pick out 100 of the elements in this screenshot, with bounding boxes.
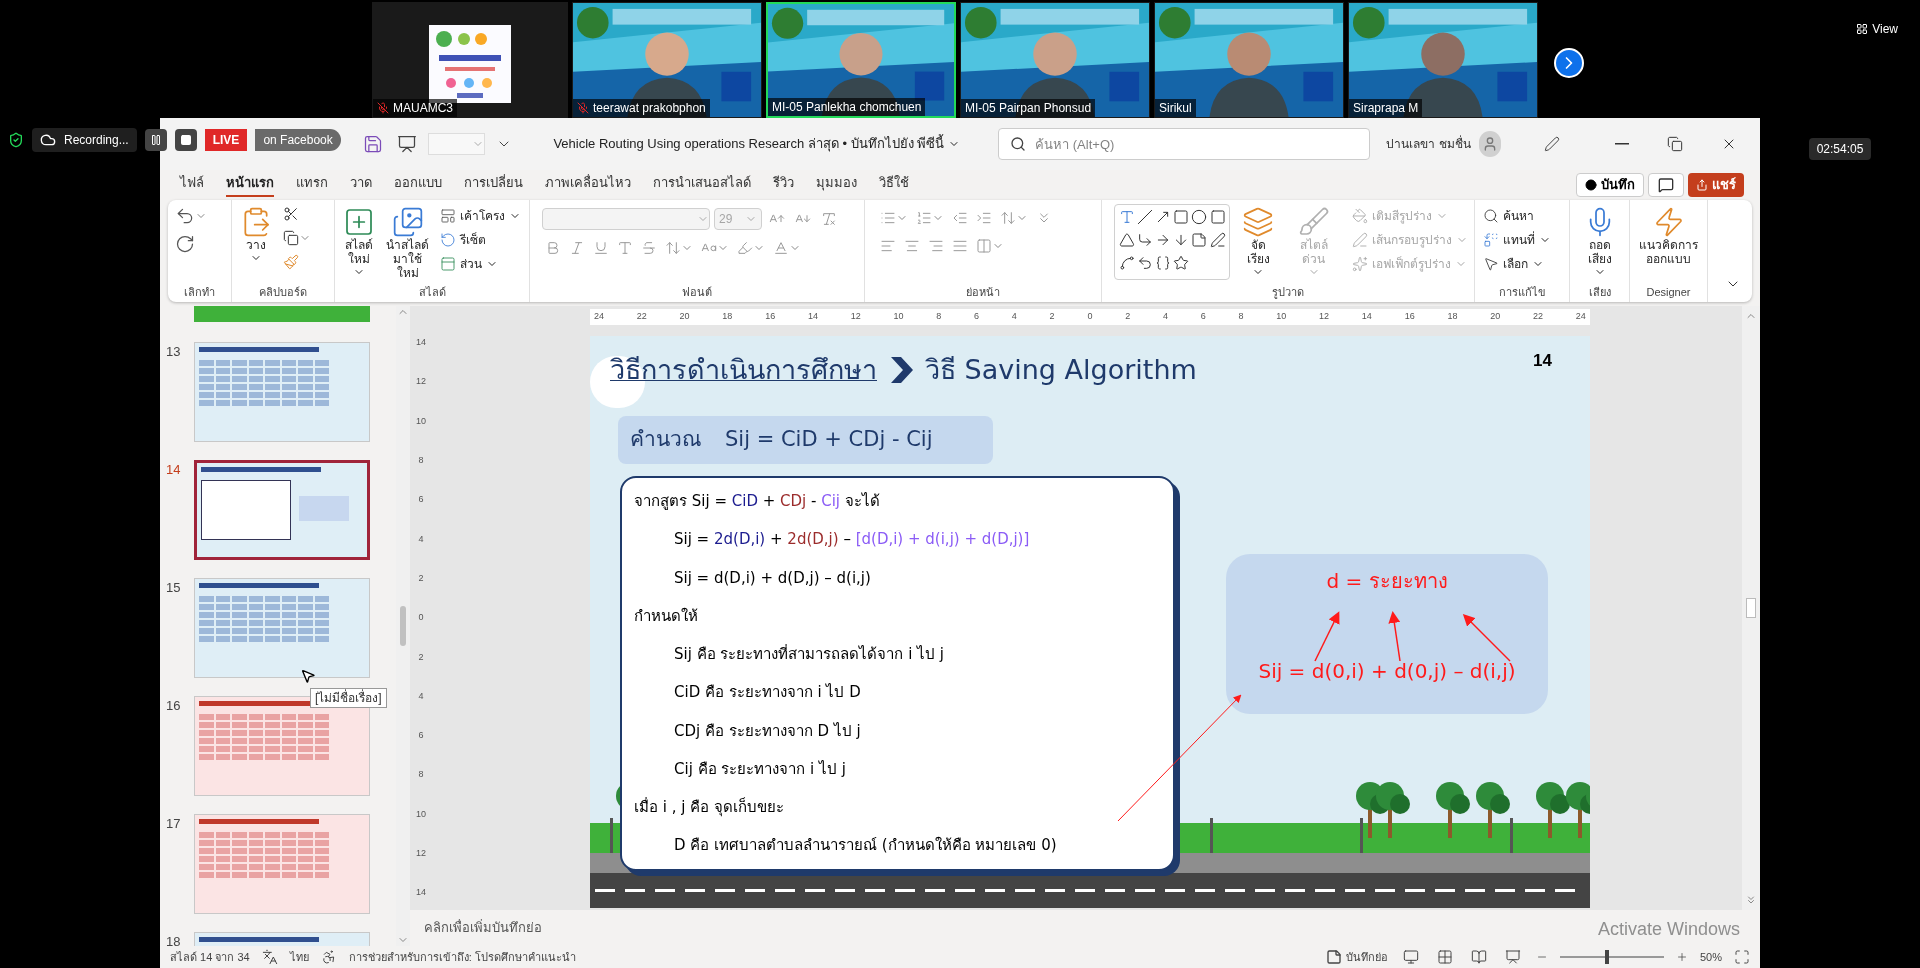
- ruler-label: 14: [807, 310, 818, 324]
- ribbon-tab[interactable]: วาด: [350, 173, 372, 197]
- ruler-label: 10: [416, 807, 426, 821]
- callout-formula: Sij = d(0,i) + d(0,j) – d(i,j): [1258, 658, 1516, 685]
- slide-number: 14: [166, 461, 182, 479]
- participant-name: Sirikul: [1159, 100, 1192, 117]
- ruler-label: 6: [974, 310, 980, 324]
- video-tile[interactable]: Siraprapa M: [1348, 2, 1538, 118]
- ribbon-button[interactable]: แนวคิดการออกแบบ: [1634, 204, 1703, 268]
- ribbon-tab[interactable]: ไฟล์: [180, 173, 204, 197]
- ruler-label: 6: [1200, 310, 1206, 324]
- slide-number: 16: [166, 697, 182, 715]
- ribbon-tab[interactable]: รีวิว: [773, 173, 794, 197]
- ruler-label: 12: [1319, 310, 1330, 324]
- group-label: เสียง: [1587, 285, 1612, 300]
- ruler-label: 20: [1490, 310, 1501, 324]
- share-button[interactable]: แชร์: [1688, 173, 1744, 197]
- ruler-label: 6: [418, 493, 424, 507]
- ribbon-button[interactable]: จัดเรียง: [1237, 204, 1280, 280]
- callout-title: d = ระยะทาง: [1326, 568, 1448, 595]
- slide-number: 14: [1533, 350, 1552, 372]
- ribbon-button[interactable]: ส่วน: [436, 252, 525, 276]
- ribbon-tab[interactable]: ออกแบบ: [394, 173, 442, 197]
- ribbon-button[interactable]: วาง: [236, 204, 276, 272]
- ribbon-tab[interactable]: การนำเสนอสไลด์: [653, 173, 751, 197]
- explanation-line: CiD คือ ระยะทางจาก i ไป D: [673, 682, 862, 704]
- explanation-line: CDj คือ ระยะทางจาก D ไป j: [673, 720, 862, 742]
- participant-name: Siraprapa M: [1353, 100, 1419, 117]
- ribbon-tab[interactable]: วิธีใช้: [879, 173, 909, 197]
- live-destination[interactable]: on Facebook: [255, 129, 341, 151]
- ribbon-tab[interactable]: ภาพเคลื่อนไหว: [545, 173, 631, 197]
- ruler-label: 10: [416, 414, 426, 428]
- ribbon-button[interactable]: ถอดเสียง: [1574, 204, 1625, 280]
- ribbon-button[interactable]: เค้าโครง: [436, 204, 525, 228]
- slide-number: 17: [166, 815, 182, 833]
- view-button[interactable]: View: [1848, 16, 1906, 42]
- video-tile[interactable]: MI-05 Pairpan Phonsud: [960, 2, 1150, 118]
- language-label: ไทย: [289, 949, 309, 965]
- ruler-label: 14: [1361, 310, 1372, 324]
- participant-name: teerawat prakobphon: [593, 100, 706, 117]
- participant-name: MAUAMC3: [393, 100, 453, 117]
- ribbon-button[interactable]: นำสไลด์มาใช้ใหม่: [381, 204, 434, 282]
- slide-subtitle: วิธี Saving Algorithm: [925, 353, 1197, 387]
- meeting-clock: 02:54:05: [1808, 138, 1872, 160]
- ruler-label: 12: [850, 310, 861, 324]
- ruler-label: 4: [418, 532, 424, 546]
- notes-placeholder[interactable]: คลิกเพื่อเพิ่มบันทึกย่อ: [424, 918, 542, 938]
- group-label: รูปวาด: [1271, 285, 1305, 301]
- recording-label: Recording...: [64, 132, 129, 149]
- explanation-line: Sij = 2d(D,i) + 2d(D,j) – [d(D,i) + d(i,j) + d(D,j)]: [673, 529, 1031, 551]
- notes-button[interactable]: บันทึกย่อ: [1325, 948, 1388, 966]
- participant-name: MI-05 Pairpan Phonsud: [965, 100, 1092, 117]
- ribbon-button[interactable]: แทนที่: [1479, 228, 1555, 252]
- ruler-label: 0: [1087, 310, 1093, 324]
- ruler-label: 4: [1011, 310, 1017, 324]
- explanation-line: Cij คือ ระยะทางจาก i ไป j: [673, 758, 847, 780]
- ribbon-tab[interactable]: หน้าแรก: [226, 173, 274, 197]
- group-label: คลิปบอร์ด: [258, 285, 308, 300]
- ruler-label: 18: [1447, 310, 1458, 324]
- ribbon-tab[interactable]: มุมมอง: [816, 173, 857, 197]
- slide-number: 13: [166, 343, 182, 361]
- explanation-line: จากสูตร Sij = CiD + CDj - Cij จะได้: [634, 491, 881, 512]
- ribbon-button[interactable]: สไลด์ใหม่: [339, 204, 379, 282]
- participant-tile[interactable]: MAUAMC3: [372, 2, 568, 118]
- group-label: Designer: [1645, 285, 1692, 300]
- ruler-label: 2: [1049, 310, 1055, 324]
- record-button[interactable]: บันทึก: [1576, 173, 1644, 197]
- ruler-label: 8: [418, 768, 424, 782]
- explanation-line: กำหนดให้: [634, 605, 699, 627]
- ribbon-button[interactable]: ค้นหา: [1479, 204, 1555, 228]
- ruler-label: 6: [418, 729, 424, 743]
- video-tile[interactable]: teerawat prakobphon: [572, 2, 762, 118]
- ruler-label: 18: [722, 310, 733, 324]
- ruler-label: 12: [416, 847, 426, 861]
- group-label: สไลด์: [417, 285, 447, 300]
- video-tile[interactable]: Sirikul: [1154, 2, 1344, 118]
- document-title[interactable]: Vehicle Routing Using operations Research ล่าสุด • บันทึกไปยัง พีซีนี้: [553, 134, 961, 154]
- ruler-label: 12: [416, 375, 426, 389]
- ruler-label: 14: [416, 336, 426, 349]
- ribbon-tab[interactable]: การเปลี่ยน: [464, 173, 523, 197]
- ruler-label: 4: [418, 689, 424, 703]
- ruler-label: 24: [1575, 310, 1586, 324]
- slide-number: 18: [166, 933, 182, 946]
- ribbon-button[interactable]: เลือก: [1479, 252, 1555, 276]
- zoom-level[interactable]: 50%: [1699, 948, 1722, 966]
- accessibility-status[interactable]: การช่วยสำหรับการเข้าถึง: โปรดศึกษาคำแนะนำ: [348, 948, 576, 966]
- ruler-label: 16: [1404, 310, 1415, 324]
- slide-title: วิธีการดำเนินการศึกษา: [610, 353, 877, 387]
- video-tile[interactable]: MI-05 Panlekha chomchuen: [766, 2, 956, 118]
- activation-notice: Activate Windows: [1598, 918, 1741, 941]
- ruler-label: 10: [893, 310, 904, 324]
- formula-label: คำนวณ: [630, 426, 701, 454]
- group-label: ย่อหน้า: [965, 285, 1001, 300]
- search-field[interactable]: ค้นหา (Alt+Q): [998, 128, 1371, 160]
- explanation-line: Sij คือ ระยะทางที่สามารถลดได้จาก i ไป j: [673, 643, 946, 666]
- group-label: ฟอนต์: [681, 285, 713, 300]
- user-name: ปานเลขา ชมชื่น: [1386, 135, 1471, 153]
- ribbon-tab[interactable]: แทรก: [296, 173, 328, 197]
- ruler-label: 8: [936, 310, 942, 324]
- ribbon-button[interactable]: รีเซ็ต: [436, 228, 525, 252]
